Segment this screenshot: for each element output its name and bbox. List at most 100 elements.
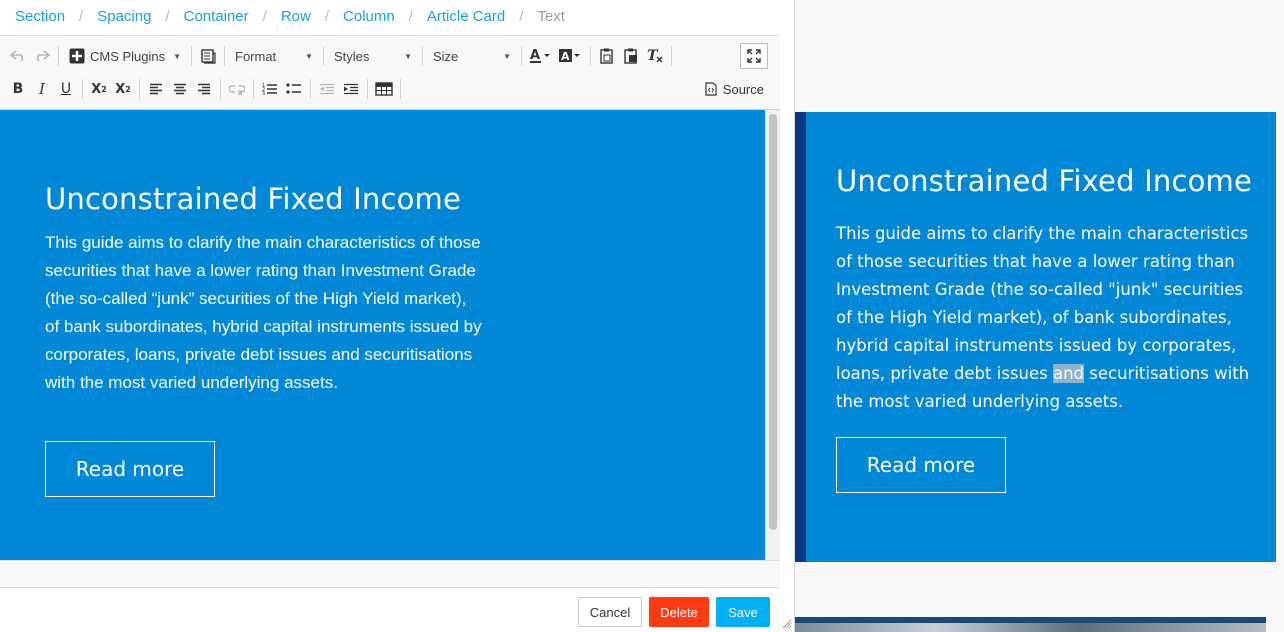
breadcrumb-separator: / <box>324 7 330 25</box>
page-break-icon[interactable] <box>196 44 220 68</box>
preview-body: This guide aims to clarify the main char… <box>836 220 1256 416</box>
text-color-icon[interactable]: A <box>526 44 556 68</box>
italic-button[interactable]: I <box>30 77 54 101</box>
align-center-icon[interactable] <box>168 77 192 101</box>
undo-icon[interactable] <box>6 44 30 68</box>
format-label: Format <box>235 48 277 64</box>
styles-dropdown[interactable]: Styles ▼ <box>328 44 418 68</box>
toolbar-separator <box>82 79 83 99</box>
toolbar-separator <box>400 79 401 99</box>
delete-button[interactable]: Delete <box>649 597 709 627</box>
toolbar-separator <box>367 79 368 99</box>
bold-button[interactable]: B <box>6 77 30 101</box>
editor-toolbar: CMS Plugins ▼ Format ▼ Styles ▼ Size ▼ A… <box>0 35 780 110</box>
resize-handle-icon[interactable] <box>782 619 792 629</box>
breadcrumb-column[interactable]: Column <box>343 8 395 25</box>
size-label: Size <box>433 48 459 64</box>
breadcrumb-article-card[interactable]: Article Card <box>427 8 505 25</box>
size-dropdown[interactable]: Size ▼ <box>427 44 517 68</box>
cancel-button[interactable]: Cancel <box>578 597 642 627</box>
text-plugin-editor: Section / Spacing / Container / Row / Co… <box>0 0 795 632</box>
source-icon <box>705 82 717 96</box>
paste-word-icon[interactable] <box>619 44 643 68</box>
table-icon[interactable] <box>372 77 396 101</box>
read-more-button[interactable]: Read more <box>45 441 215 497</box>
indent-icon[interactable] <box>339 77 363 101</box>
svg-text:A: A <box>561 50 570 63</box>
toolbar-separator <box>253 79 254 99</box>
toolbar-separator <box>220 79 221 99</box>
toolbar-row-1: CMS Plugins ▼ Format ▼ Styles ▼ Size ▼ A… <box>6 41 676 71</box>
toolbar-separator <box>310 79 311 99</box>
editor-content-area[interactable]: Unconstrained Fixed Income This guide ai… <box>0 110 765 560</box>
outdent-icon[interactable] <box>315 77 339 101</box>
remove-format-icon[interactable]: T <box>643 44 667 68</box>
preview-body-start: This guide aims to clarify the main char… <box>836 224 1249 383</box>
subscript-button[interactable]: X2 <box>87 77 111 101</box>
chevron-down-icon: ▼ <box>404 51 412 61</box>
maximize-icon <box>747 49 761 63</box>
subscript-label: X <box>91 81 102 97</box>
underline-button[interactable]: U <box>54 77 78 101</box>
bulleted-list-icon[interactable] <box>282 77 306 101</box>
breadcrumb-row[interactable]: Row <box>281 8 311 25</box>
next-section-preview <box>795 617 1266 632</box>
styles-label: Styles <box>334 48 370 64</box>
breadcrumb-separator: / <box>165 7 170 25</box>
page-preview: Unconstrained Fixed Income This guide ai… <box>795 0 1284 632</box>
dialog-footer: Cancel Delete Save <box>0 589 795 632</box>
preview-read-more-button[interactable]: Read more <box>836 437 1006 493</box>
breadcrumb-separator: / <box>408 7 413 25</box>
paste-icon[interactable] <box>595 44 619 68</box>
toolbar-separator <box>422 46 423 66</box>
breadcrumb-separator: / <box>79 7 84 25</box>
redo-icon[interactable] <box>30 44 54 68</box>
align-left-icon[interactable] <box>144 77 168 101</box>
numbered-list-icon[interactable]: 123 <box>258 77 282 101</box>
chevron-down-icon: ▼ <box>305 51 313 61</box>
breadcrumb-container[interactable]: Container <box>184 8 249 25</box>
chevron-down-icon: ▼ <box>173 51 181 61</box>
toolbar-separator <box>191 46 192 66</box>
toolbar-separator <box>323 46 324 66</box>
save-button[interactable]: Save <box>716 597 770 627</box>
selected-text[interactable]: and <box>1052 364 1085 383</box>
svg-text:A: A <box>530 48 540 63</box>
toolbar-separator <box>58 46 59 66</box>
superscript-button[interactable]: X2 <box>111 77 135 101</box>
breadcrumb-spacing[interactable]: Spacing <box>97 8 151 25</box>
article-card-preview: Unconstrained Fixed Income This guide ai… <box>795 112 1276 562</box>
maximize-button[interactable] <box>740 43 768 69</box>
breadcrumb-separator: / <box>262 7 267 25</box>
source-label: Source <box>722 81 764 97</box>
unlink-icon[interactable] <box>225 77 249 101</box>
card-body[interactable]: This guide aims to clarify the main char… <box>45 229 485 397</box>
background-color-icon[interactable]: A <box>556 44 586 68</box>
breadcrumb: Section / Spacing / Container / Row / Co… <box>15 6 565 26</box>
align-right-icon[interactable] <box>192 77 216 101</box>
toolbar-separator <box>671 46 672 66</box>
card-title[interactable]: Unconstrained Fixed Income <box>45 182 461 216</box>
toolbar-row-2: B I U X2 X2 123 <box>6 74 405 104</box>
toolbar-separator <box>224 46 225 66</box>
toolbar-separator <box>521 46 522 66</box>
cms-plugins-dropdown[interactable]: CMS Plugins ▼ <box>63 44 187 68</box>
source-button[interactable]: Source <box>705 77 764 101</box>
editor-scrollbar[interactable] <box>765 110 780 560</box>
format-dropdown[interactable]: Format ▼ <box>229 44 319 68</box>
cms-plugins-label: CMS Plugins <box>90 48 166 64</box>
breadcrumb-current: Text <box>537 7 565 25</box>
toolbar-separator <box>139 79 140 99</box>
section-image <box>795 623 1266 632</box>
superscript-mark: 2 <box>125 84 131 94</box>
chevron-down-icon: ▼ <box>503 51 511 61</box>
subscript-mark: 2 <box>101 84 107 94</box>
breadcrumb-section[interactable]: Section <box>15 8 65 25</box>
card-edge-accent <box>795 112 806 562</box>
breadcrumb-separator: / <box>519 7 524 25</box>
scrollbar-thumb[interactable] <box>769 114 777 530</box>
puzzle-icon <box>69 48 85 64</box>
svg-text:3: 3 <box>262 91 265 96</box>
preview-title: Unconstrained Fixed Income <box>836 164 1253 198</box>
superscript-label: X <box>115 81 126 97</box>
